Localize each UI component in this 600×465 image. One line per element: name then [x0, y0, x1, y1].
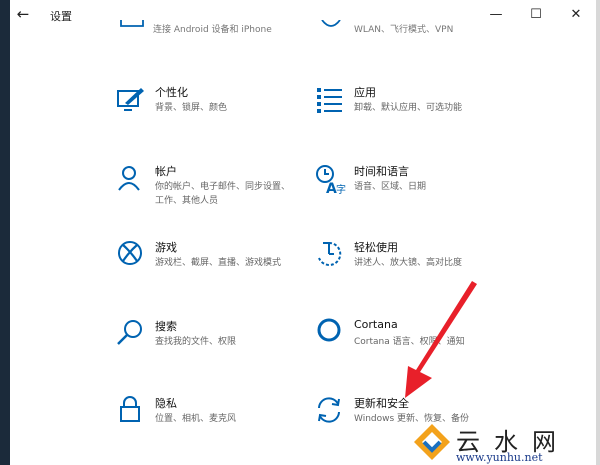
settings-item-cortana[interactable]: Cortana Cortana 语言、权限、通知 — [314, 318, 554, 378]
item-title: 搜索 — [155, 320, 177, 333]
xbox-icon — [118, 241, 142, 265]
time-language-icon: A 字 — [316, 165, 346, 195]
watermark-url: www.yunhu.net — [456, 451, 543, 464]
search-icon — [117, 320, 142, 345]
item-title: 个性化 — [155, 86, 188, 99]
personalization-icon — [117, 88, 144, 111]
ease-of-access-icon — [318, 241, 342, 266]
window-controls: — ☐ ✕ — [476, 0, 596, 28]
item-title: 更新和安全 — [354, 397, 409, 410]
right-edge — [596, 0, 600, 465]
item-desc: 讲述人、放大镜、高对比度 — [354, 258, 463, 268]
item-desc: 游戏栏、截屏、直播、游戏模式 — [155, 258, 282, 268]
item-desc: 卸载、默认应用、可选功能 — [354, 103, 463, 113]
maximize-button[interactable]: ☐ — [516, 0, 556, 28]
lock-icon — [120, 396, 140, 422]
minimize-button[interactable]: — — [476, 0, 516, 28]
close-button[interactable]: ✕ — [556, 0, 596, 28]
item-desc: 语音、区域、日期 — [354, 182, 427, 192]
cortana-icon — [317, 318, 341, 342]
item-desc: 你的帐户、电子邮件、同步设置、工作、其他人员 — [155, 182, 291, 206]
network-icon — [321, 20, 341, 27]
back-button[interactable]: ← — [10, 0, 36, 28]
apps-icon — [317, 88, 342, 113]
title-bar: ← 设置 — ☐ ✕ — [10, 0, 596, 30]
settings-item-time-language[interactable]: A 字 时间和语言 语音、区域、日期 — [314, 163, 554, 223]
item-title: 轻松使用 — [354, 241, 398, 254]
svg-text:字: 字 — [336, 183, 346, 195]
item-desc: 查找我的文件、权限 — [155, 337, 237, 347]
item-title: 时间和语言 — [354, 165, 409, 178]
account-icon — [118, 166, 140, 191]
item-title: 游戏 — [155, 241, 177, 254]
item-title: 隐私 — [155, 397, 177, 410]
settings-item-ease-of-access[interactable]: 轻松使用 讲述人、放大镜、高对比度 — [314, 239, 554, 299]
network-desc: WLAN、飞行模式、VPN — [354, 25, 454, 35]
item-desc: 位置、相机、麦克风 — [155, 414, 237, 424]
item-desc: 背景、锁屏、颜色 — [155, 103, 228, 113]
item-title: Cortana — [354, 318, 398, 331]
item-title: 应用 — [354, 86, 376, 99]
window-title: 设置 — [50, 10, 72, 23]
phone-icon — [120, 20, 144, 27]
watermark-logo-icon — [414, 424, 450, 460]
settings-window: ← 设置 — ☐ ✕ 连接 Android 设备和 iPhone WLAN、飞行… — [10, 0, 596, 465]
update-sync-icon — [318, 397, 340, 423]
phone-desc: 连接 Android 设备和 iPhone — [153, 25, 272, 35]
settings-item-apps[interactable]: 应用 卸载、默认应用、可选功能 — [314, 84, 554, 144]
background-desktop-strip — [0, 0, 10, 465]
item-desc: Cortana 语言、权限、通知 — [354, 337, 465, 347]
item-title: 帐户 — [155, 165, 177, 178]
watermark: 云水网 www.yunhu.net — [408, 420, 600, 465]
